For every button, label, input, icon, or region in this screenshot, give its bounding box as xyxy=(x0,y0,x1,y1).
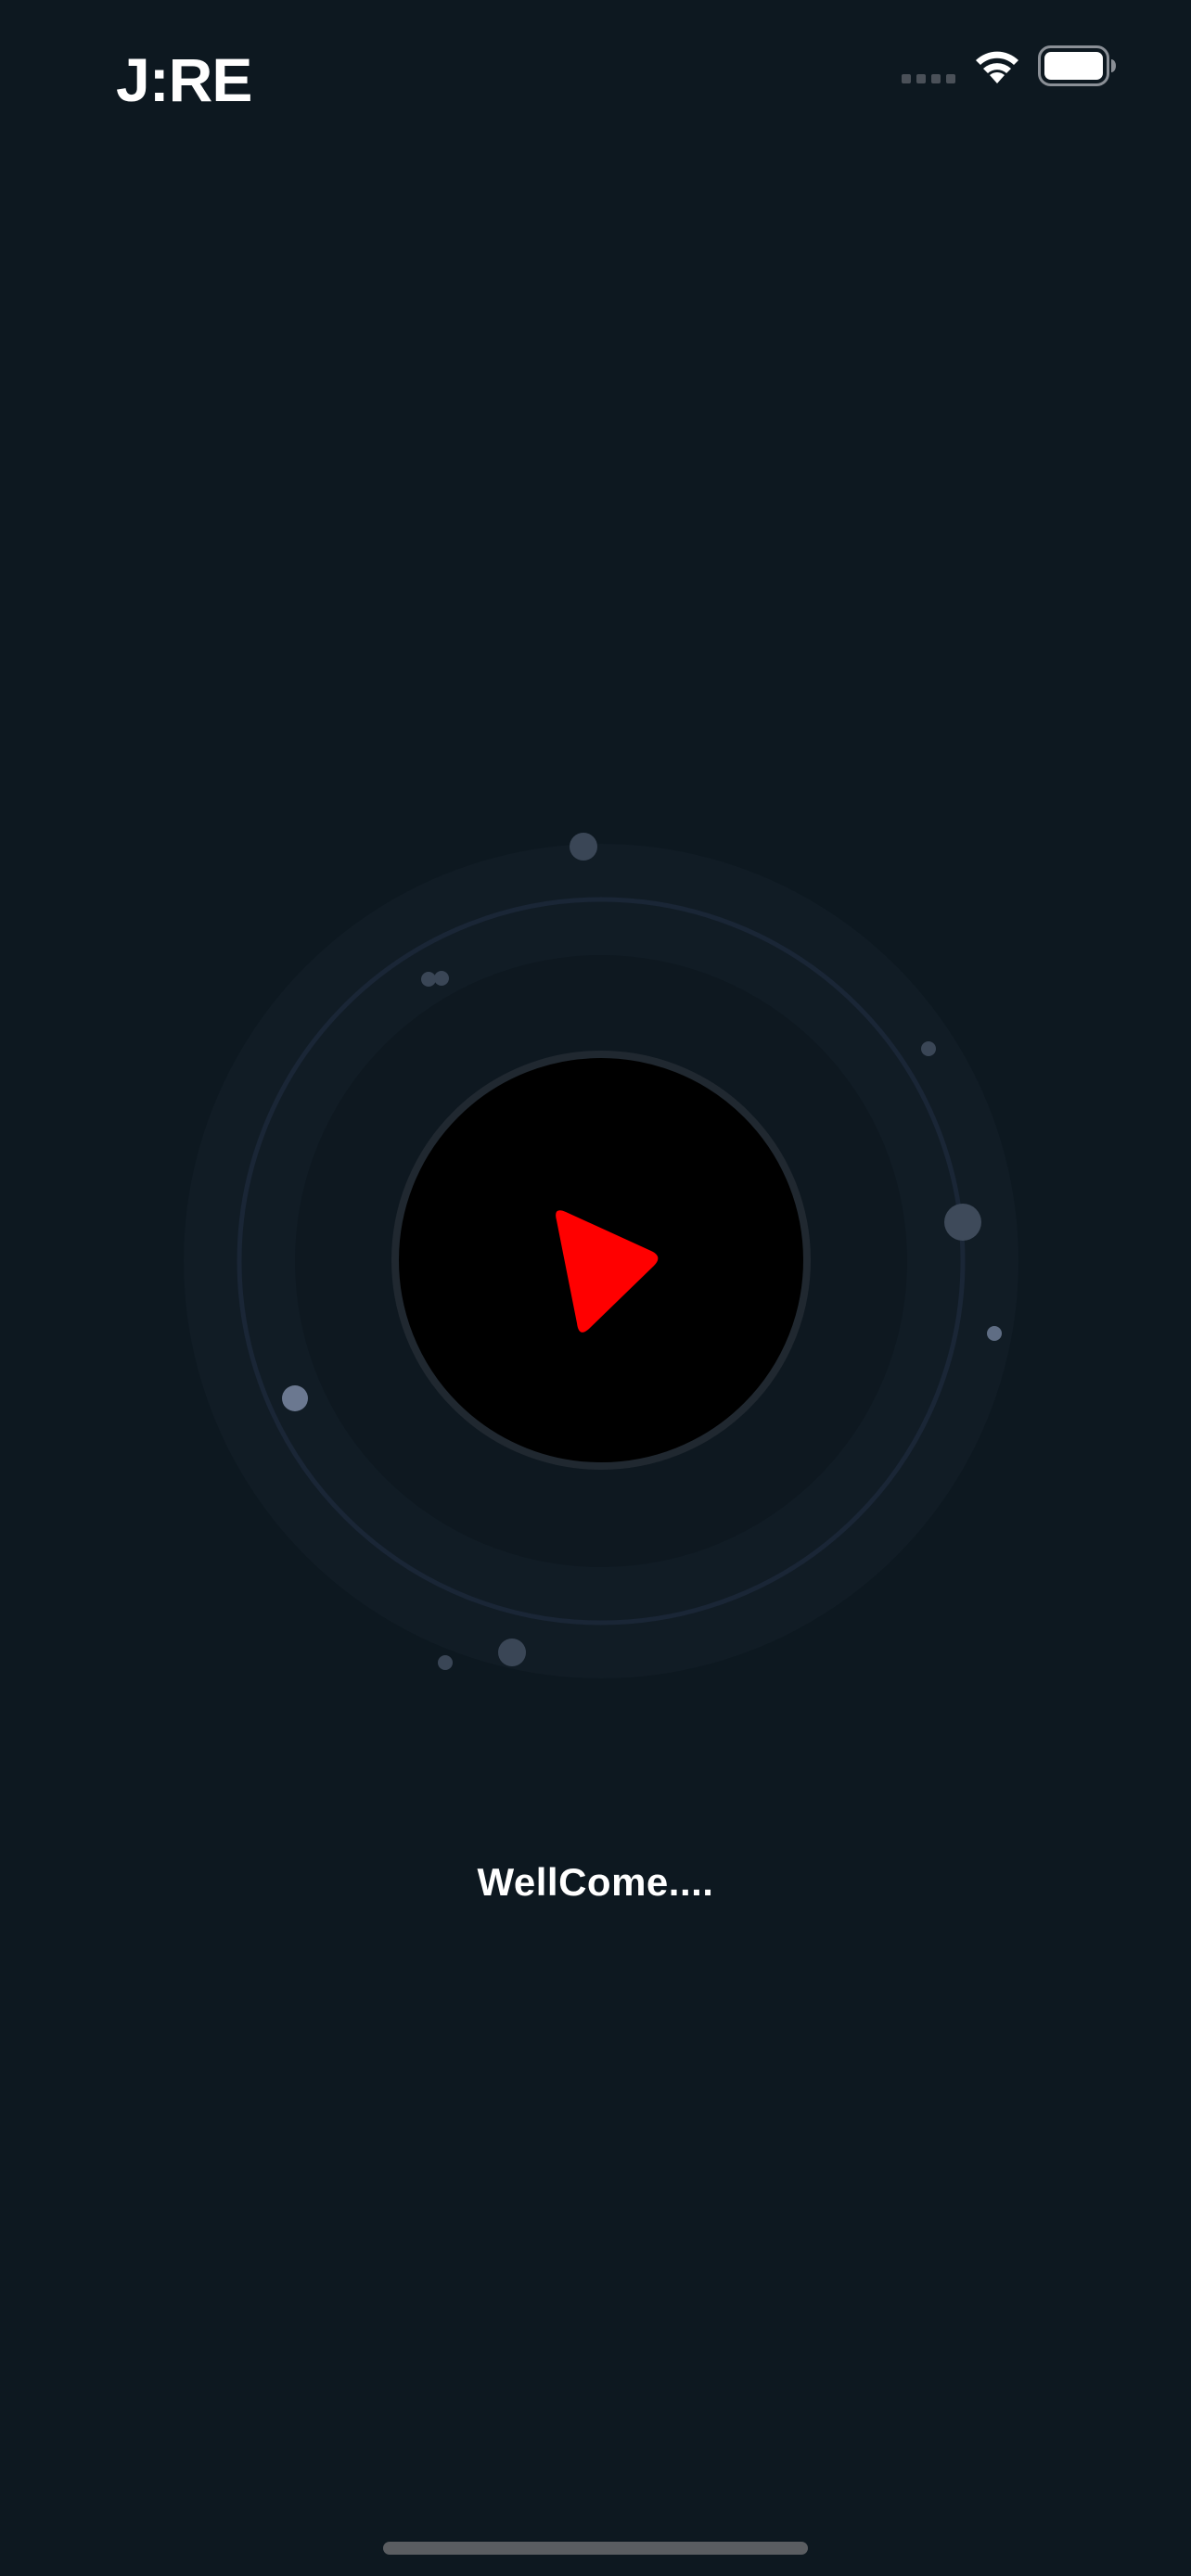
orbit-dot xyxy=(944,1204,981,1241)
orbit-dot xyxy=(434,971,449,986)
play-button[interactable] xyxy=(391,1051,811,1470)
orbit-dot xyxy=(438,1655,453,1670)
welcome-text: WellCome.... xyxy=(477,1860,714,1904)
home-indicator[interactable] xyxy=(383,2542,808,2555)
orbit-dot xyxy=(921,1041,936,1056)
orbit-dot xyxy=(282,1385,308,1411)
orbit-dot xyxy=(570,833,597,861)
orbit-dot xyxy=(498,1639,526,1666)
orbit-dot xyxy=(421,972,436,987)
orbit-dot xyxy=(987,1326,1002,1341)
